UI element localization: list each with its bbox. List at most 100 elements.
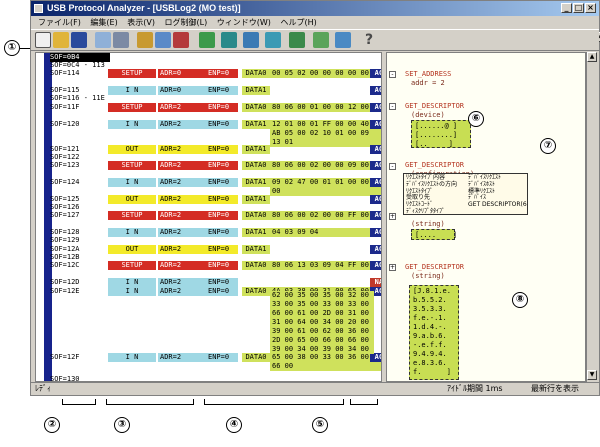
menu-edit[interactable]: 編集(E) <box>90 18 117 27</box>
menu-file[interactable]: ファイル(F) <box>38 18 81 27</box>
copy-icon[interactable] <box>95 32 111 48</box>
handshake-pid: ACK <box>370 228 381 237</box>
data-pid: DATA1 <box>242 178 270 187</box>
handshake-pid: ACK <box>370 145 381 154</box>
sof-frame: SOF=114 <box>50 69 80 77</box>
device-address: ADR=2 <box>158 178 208 187</box>
status-show-latest: 最新行を表示 <box>531 384 579 393</box>
title-bar: USB Protocol Analyzer - [USBLog2 (MO tes… <box>31 1 599 16</box>
device-address: ADR=2 <box>158 228 208 237</box>
expand-toggle[interactable]: + <box>389 213 396 220</box>
device-address: ADR=2 <box>158 211 208 220</box>
sof-frame: SOF=120 <box>50 120 80 128</box>
device-address: ADR=2 <box>158 261 208 270</box>
descriptor-tooltip: ﾘｸｴｽﾄﾀｲﾌﾟ内容 ﾃﾞﾊﾞｲｽﾘｸｴｽﾄ ﾃﾞﾊﾞｲｽﾘｸｴｽﾄの方向 ﾃﾞﾊﾞ… <box>403 173 528 215</box>
data-bytes: 04 03 09 04 <box>270 228 381 237</box>
data-pid: DATA1 <box>242 120 270 129</box>
data-bytes-continued: AB 05 00 02 10 01 00 09 <box>270 129 381 138</box>
callout-2: ② <box>44 417 60 433</box>
data-pid: DATA1 <box>242 245 270 254</box>
callout-4: ④ <box>226 417 242 433</box>
data-bytes-continued: 62 00 35 00 35 00 32 00 <box>270 291 374 300</box>
device-address: ADR=2 <box>158 287 208 296</box>
menu-view[interactable]: 表示(V) <box>127 18 155 27</box>
filter-icon[interactable] <box>243 32 259 48</box>
token-pid: I N <box>108 120 156 129</box>
callout-5: ⑤ <box>312 417 328 433</box>
data-pid: DATA0 <box>242 261 270 270</box>
bracket-handshake <box>350 399 378 405</box>
menu-help[interactable]: ヘルプ(H) <box>280 18 316 27</box>
vertical-scrollbar[interactable]: ▲ ▼ <box>586 52 597 382</box>
paste-icon[interactable] <box>155 32 171 48</box>
sof-frame: SOF=129 <box>50 236 80 244</box>
maximize-button[interactable]: □ <box>573 3 584 13</box>
tooltip-field-value: GET DESCRIPTOR(6) <box>468 201 528 209</box>
save-icon[interactable] <box>71 32 87 48</box>
token-pid: OUT <box>108 195 156 204</box>
data-bytes-continued: 00 <box>270 187 381 196</box>
redo-icon[interactable] <box>173 32 189 48</box>
new-icon[interactable] <box>35 32 51 48</box>
callout-1: ① <box>4 40 20 56</box>
capture-icon[interactable] <box>221 32 237 48</box>
data-pid: DATA1 <box>242 195 270 204</box>
grid-icon[interactable] <box>335 32 351 48</box>
token-pid: I N <box>108 287 156 296</box>
data-pid: DATA0 <box>242 103 270 112</box>
endpoint: ENP=0 <box>208 211 238 220</box>
handshake-pid: ACK <box>370 161 381 170</box>
handshake-pid: ACK <box>370 178 381 187</box>
minimize-button[interactable]: _ <box>561 3 572 13</box>
help-icon[interactable]: ? <box>361 32 377 48</box>
handshake-pid: ACK <box>370 353 381 362</box>
export-icon[interactable] <box>265 32 281 48</box>
status-idle-period: ｱｲﾄﾞﾙ期間 1ms <box>447 384 503 393</box>
close-button[interactable]: × <box>585 3 596 13</box>
endpoint: ENP=0 <box>208 228 238 237</box>
data-bytes-continued: 13 01 <box>270 138 381 147</box>
scroll-down-arrow[interactable]: ▼ <box>587 370 597 380</box>
expand-toggle[interactable]: - <box>389 163 396 170</box>
decode-subtitle: (string) <box>411 220 445 228</box>
decode-subtitle: (device) <box>411 111 445 119</box>
decode-data-box: [.... ] <box>411 229 457 240</box>
device-address: ADR=2 <box>158 161 208 170</box>
window-title: USB Protocol Analyzer - [USBLog2 (MO tes… <box>47 3 241 13</box>
data-bytes: 09 02 47 00 01 01 00 00 <box>270 178 381 187</box>
data-bytes: 80 06 13 03 09 04 FF 00 <box>270 261 381 270</box>
menu-bar: ファイル(F) 編集(E) 表示(V) ログ制御(L) ウィンドウ(W) ヘルプ… <box>31 16 600 42</box>
app-icon <box>34 4 43 13</box>
undo-icon[interactable] <box>137 32 153 48</box>
cut-icon[interactable] <box>113 32 129 48</box>
decode-subtitle: (string) <box>411 272 445 280</box>
data-pid: DATA1 <box>242 145 270 154</box>
tools-icon[interactable] <box>313 32 329 48</box>
decode-title: SET_ADDRESS <box>405 70 452 78</box>
expand-toggle[interactable]: - <box>389 71 396 78</box>
packet-trace-pane[interactable]: SOF=0B4 SOF=0C4 - 113 SOF=114 SETUP ADR=0 ENP… <box>35 52 382 382</box>
data-bytes: 80 06 00 02 00 00 FF 00 <box>270 211 381 220</box>
tooltip-field-label: ﾃﾞｨｽｸﾘﾌﾟﾀﾀｲﾌﾟ <box>406 208 446 215</box>
open-icon[interactable] <box>53 32 69 48</box>
data-bytes-continued: 2D 00 65 00 66 00 66 00 <box>270 336 374 345</box>
settings-icon[interactable] <box>289 32 305 48</box>
device-address: ADR=0 <box>158 86 208 95</box>
menu-window[interactable]: ウィンドウ(W) <box>217 18 271 27</box>
data-bytes: 12 01 00 01 FF 00 00 40 <box>270 120 381 129</box>
data-bytes-continued: 39 00 61 00 62 00 36 00 <box>270 327 374 336</box>
token-pid: SETUP <box>108 161 156 170</box>
decode-pane[interactable]: - SET_ADDRESS addr = 2 - GET_DESCRIPTOR … <box>386 52 586 382</box>
sof-frame: SOF=12D <box>50 278 80 286</box>
menu-log-control[interactable]: ログ制御(L) <box>165 18 208 27</box>
handshake-pid: ACK <box>370 86 381 95</box>
decode-title: GET_DESCRIPTOR <box>405 102 465 110</box>
scroll-up-arrow[interactable]: ▲ <box>587 52 597 62</box>
data-bytes: 80 06 00 01 00 00 12 00 <box>270 103 381 112</box>
sof-frame: SOF=130 <box>50 375 80 382</box>
endpoint: ENP=0 <box>208 103 238 112</box>
expand-toggle[interactable]: + <box>389 264 396 271</box>
expand-toggle[interactable]: - <box>389 103 396 110</box>
edit-icon[interactable] <box>199 32 215 48</box>
device-address: ADR=2 <box>158 120 208 129</box>
